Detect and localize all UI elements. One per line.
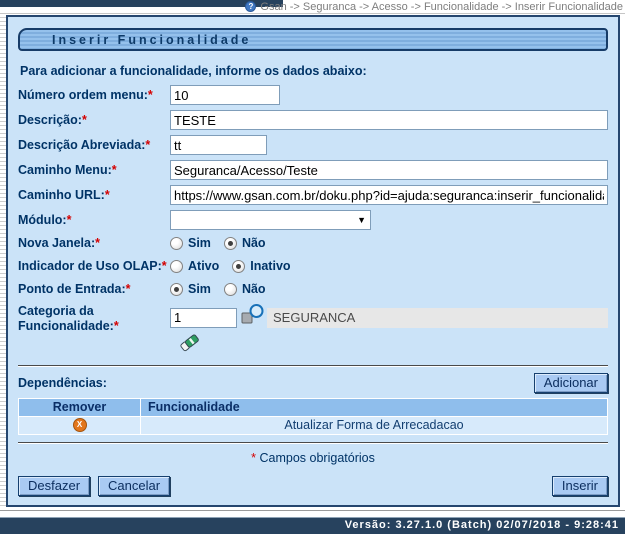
table-row-funcionalidade-cell: Atualizar Forma de Arrecadacao — [141, 417, 607, 434]
ponto-entrada-option-sim[interactable]: Sim — [170, 282, 211, 296]
radio-checked-icon[interactable] — [170, 283, 183, 296]
radio-checked-icon[interactable] — [224, 237, 237, 250]
descricao-label: Descrição:* — [18, 113, 170, 128]
descricao-abreviada-input[interactable] — [170, 135, 267, 155]
left-scroll-stripes — [0, 14, 6, 508]
required-asterisk: * — [82, 113, 87, 127]
nova-janela-option-sim[interactable]: Sim — [170, 236, 211, 250]
nova-janela-option-nao[interactable]: Não — [224, 236, 266, 250]
modulo-select[interactable]: ▼ — [170, 210, 371, 230]
version-status-bar: Versão: 3.27.1.0 (Batch) 02/07/2018 - 9:… — [0, 517, 625, 534]
radio-checked-icon[interactable] — [232, 260, 245, 273]
dependencias-label: Dependências: — [18, 376, 534, 390]
modulo-label: Módulo:* — [18, 213, 170, 228]
section-divider — [18, 365, 608, 367]
categoria-selected-description: SEGURANCA — [267, 308, 608, 328]
adicionar-button[interactable]: Adicionar — [534, 373, 608, 393]
form-instruction: Para adicionar a funcionalidade, informe… — [20, 64, 608, 78]
help-icon[interactable]: ? — [245, 1, 256, 12]
caminho-menu-input[interactable] — [170, 160, 608, 180]
row-nova-janela: Nova Janela:* Sim Não — [18, 235, 608, 251]
row-ponto-entrada: Ponto de Entrada:* Sim Não — [18, 281, 608, 297]
required-fields-note: * Campos obrigatórios — [18, 451, 608, 466]
row-descricao: Descrição:* — [18, 110, 608, 130]
categoria-funcionalidade-input[interactable] — [170, 308, 237, 328]
footer-separator — [0, 507, 625, 517]
olap-option-inativo[interactable]: Inativo — [232, 259, 290, 273]
descricao-abreviada-label: Descrição Abreviada:* — [18, 138, 170, 153]
button-gap — [90, 476, 98, 496]
caminho-menu-label: Caminho Menu:* — [18, 163, 170, 178]
row-numero-ordem-menu: Número ordem menu:* — [18, 85, 608, 105]
cancelar-button[interactable]: Cancelar — [98, 476, 170, 496]
required-asterisk: * — [126, 282, 131, 296]
required-asterisk: * — [145, 138, 150, 152]
ponto-entrada-label: Ponto de Entrada:* — [18, 282, 170, 297]
required-asterisk: * — [112, 163, 117, 177]
categoria-fields: SEGURANCA — [170, 304, 608, 353]
row-indicador-olap: Indicador de Uso OLAP:* Ativo Inativo — [18, 258, 608, 274]
required-asterisk: * — [251, 451, 256, 465]
dependencias-table: Remover Funcionalidade X Atualizar Forma… — [18, 398, 608, 435]
remove-icon[interactable]: X — [73, 418, 87, 432]
button-spacer — [170, 476, 552, 496]
olap-option-ativo[interactable]: Ativo — [170, 259, 219, 273]
table-header-remover: Remover — [19, 399, 140, 416]
ponto-entrada-option-nao[interactable]: Não — [224, 282, 266, 296]
row-caminho-menu: Caminho Menu:* — [18, 160, 608, 180]
required-asterisk: * — [148, 88, 153, 102]
required-asterisk: * — [95, 236, 100, 250]
section-divider — [18, 442, 608, 444]
numero-ordem-menu-label: Número ordem menu:* — [18, 88, 170, 103]
eraser-icon[interactable] — [179, 332, 201, 358]
breadcrumb-text: Gsan -> Seguranca -> Acesso -> Funcional… — [260, 1, 623, 13]
required-asterisk: * — [162, 259, 167, 273]
radio-unchecked-icon[interactable] — [170, 237, 183, 250]
caminho-url-label: Caminho URL:* — [18, 188, 170, 203]
top-navy-bar — [0, 0, 283, 7]
row-caminho-url: Caminho URL:* — [18, 185, 608, 205]
action-buttons-row: Desfazer Cancelar Inserir — [18, 476, 608, 496]
indicador-olap-label: Indicador de Uso OLAP:* — [18, 259, 170, 274]
chevron-down-icon: ▼ — [357, 215, 366, 225]
eraser-glyph — [179, 332, 201, 353]
form-panel: Inserir Funcionalidade Para adicionar a … — [6, 15, 620, 507]
categoria-funcionalidade-label: Categoria da Funcionalidade:* — [18, 304, 170, 334]
numero-ordem-menu-input[interactable] — [170, 85, 280, 105]
radio-unchecked-icon[interactable] — [170, 260, 183, 273]
breadcrumb: ? Gsan -> Seguranca -> Acesso -> Funcion… — [245, 0, 623, 13]
nova-janela-label: Nova Janela:* — [18, 236, 170, 251]
required-asterisk: * — [67, 213, 72, 227]
desfazer-button[interactable]: Desfazer — [18, 476, 90, 496]
page-title: Inserir Funcionalidade — [18, 28, 608, 51]
required-asterisk: * — [105, 188, 110, 202]
descricao-input[interactable] — [170, 110, 608, 130]
required-asterisk: * — [114, 319, 119, 333]
search-icon[interactable] — [241, 304, 265, 331]
row-categoria-funcionalidade: Categoria da Funcionalidade:* SEGURANCA — [18, 304, 608, 353]
caminho-url-input[interactable] — [170, 185, 608, 205]
table-row-remove-cell: X — [19, 417, 140, 434]
row-descricao-abreviada: Descrição Abreviada:* — [18, 135, 608, 155]
main-area: Inserir Funcionalidade Para adicionar a … — [0, 14, 625, 507]
table-header-funcionalidade: Funcionalidade — [141, 399, 607, 416]
row-modulo: Módulo:* ▼ — [18, 210, 608, 230]
inserir-button[interactable]: Inserir — [552, 476, 608, 496]
dependencias-header-row: Dependências: Adicionar — [18, 373, 608, 393]
magnifier-glyph — [241, 304, 265, 326]
top-bar: ? Gsan -> Seguranca -> Acesso -> Funcion… — [0, 0, 625, 14]
radio-unchecked-icon[interactable] — [224, 283, 237, 296]
